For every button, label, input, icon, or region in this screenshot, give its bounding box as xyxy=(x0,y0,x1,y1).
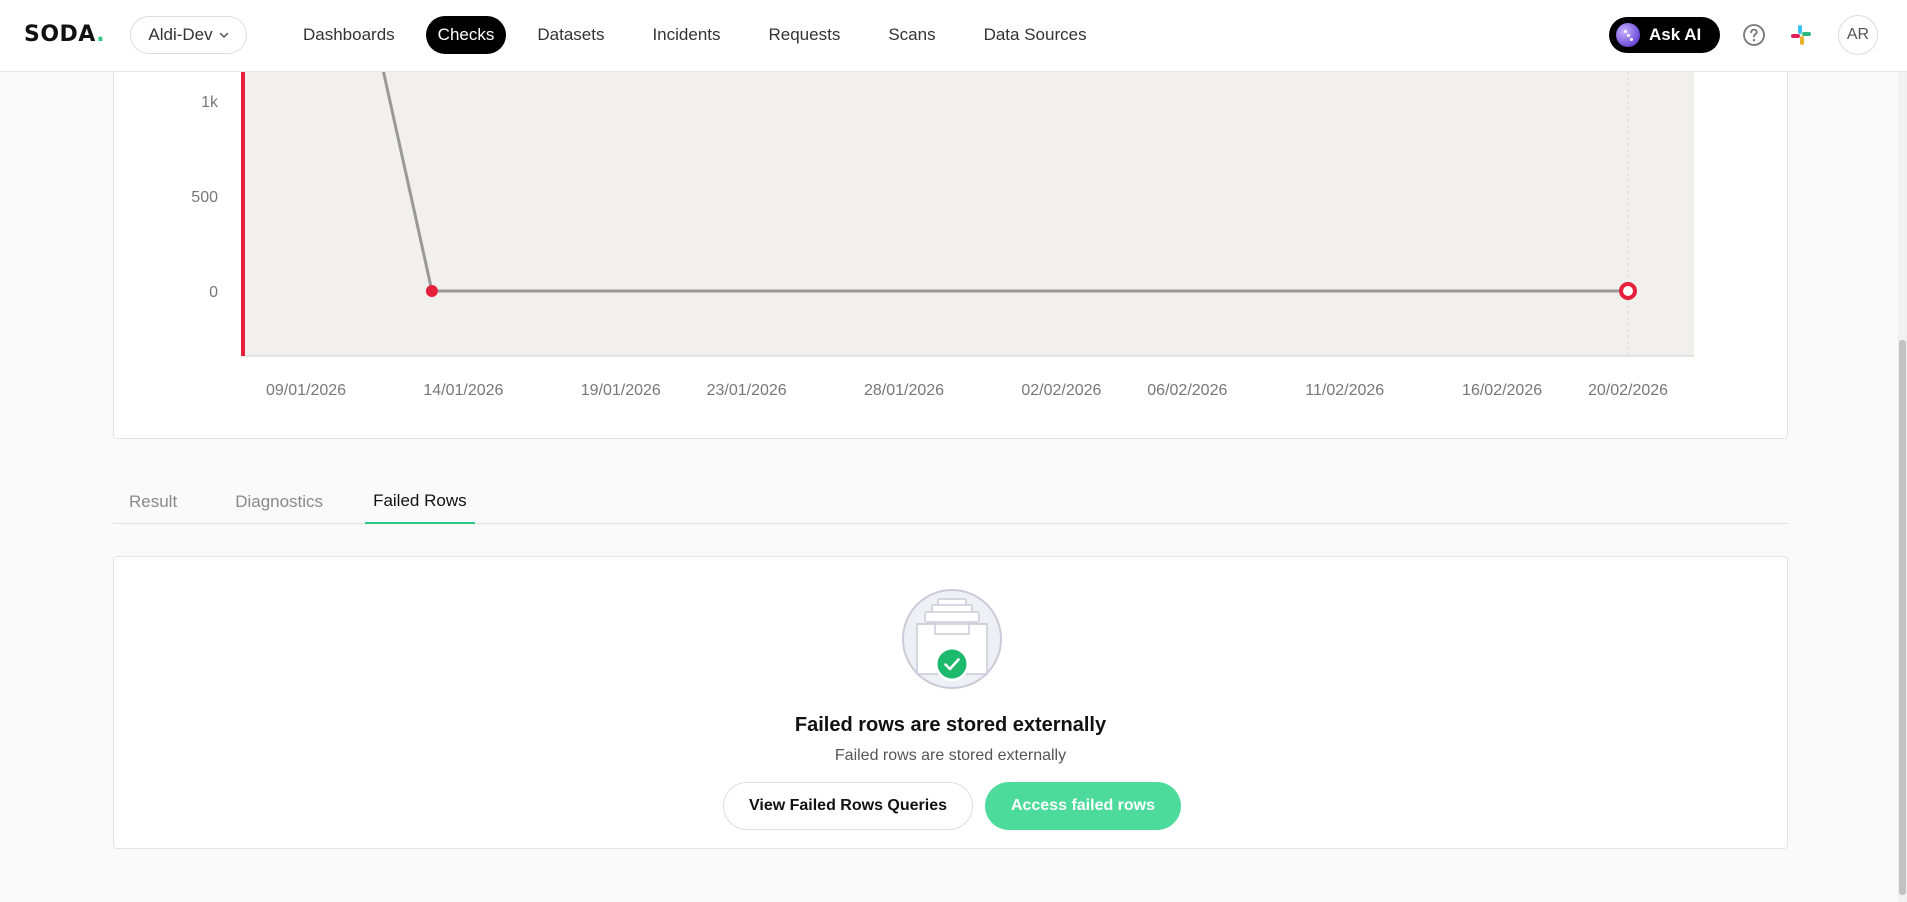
ai-orb-icon xyxy=(1616,23,1640,47)
y-tick-label: 1k xyxy=(201,94,219,111)
check-detail-tabs: Result Diagnostics Failed Rows xyxy=(113,480,1788,524)
nav-checks[interactable]: Checks xyxy=(425,16,507,54)
x-tick-label: 19/01/2026 xyxy=(581,382,661,399)
x-tick-label: 20/02/2026 xyxy=(1588,382,1668,399)
page-scrollbar[interactable] xyxy=(1898,0,1907,902)
x-tick-label: 09/01/2026 xyxy=(266,382,346,399)
x-tick-label: 11/02/2026 xyxy=(1305,382,1384,399)
x-tick-label: 06/02/2026 xyxy=(1147,382,1227,399)
main-nav: Dashboards Checks Datasets Incidents Req… xyxy=(286,16,1118,54)
failed-rows-panel: Failed rows are stored externally Failed… xyxy=(113,556,1788,849)
check-history-chart: 1k 500 0 09/01/2026 14/01/2026 19/01/2026 23/0… xyxy=(191,41,1694,399)
tab-failed-rows[interactable]: Failed Rows xyxy=(365,480,475,524)
x-tick-label: 14/01/2026 xyxy=(423,382,503,399)
latest-fail-point[interactable] xyxy=(1619,282,1637,300)
plot-area xyxy=(241,41,1694,356)
nav-dashboards[interactable]: Dashboards xyxy=(286,16,412,54)
x-tick-label: 16/02/2026 xyxy=(1462,382,1542,399)
help-icon[interactable] xyxy=(1742,23,1766,47)
x-tick-label: 23/01/2026 xyxy=(707,382,787,399)
check-history-chart-card: 1k 500 0 09/01/2026 14/01/2026 19/01/2026 23/0… xyxy=(113,40,1788,439)
ask-ai-button[interactable]: Ask AI xyxy=(1609,17,1720,53)
nav-data-sources[interactable]: Data Sources xyxy=(967,16,1104,54)
x-tick-label: 02/02/2026 xyxy=(1021,382,1101,399)
archive-check-icon xyxy=(902,589,1002,689)
organization-name: Aldi-Dev xyxy=(148,25,213,44)
y-tick-label: 500 xyxy=(191,189,218,206)
nav-incidents[interactable]: Incidents xyxy=(635,16,737,54)
slack-icon[interactable] xyxy=(1790,24,1812,46)
x-tick-label: 28/01/2026 xyxy=(864,382,944,399)
y-tick-label: 0 xyxy=(209,284,218,301)
access-failed-rows-button[interactable]: Access failed rows xyxy=(985,782,1181,830)
fail-data-point[interactable] xyxy=(425,285,438,297)
nav-datasets[interactable]: Datasets xyxy=(520,16,621,54)
failed-rows-subtitle: Failed rows are stored externally xyxy=(834,747,1067,764)
tab-result[interactable]: Result xyxy=(113,480,193,524)
top-navigation-bar: SODA. Aldi-Dev Dashboards Checks Dataset… xyxy=(0,0,1907,72)
fail-range-bar xyxy=(241,41,245,356)
user-avatar[interactable]: AR xyxy=(1838,15,1878,55)
nav-requests[interactable]: Requests xyxy=(752,16,858,54)
tab-diagnostics[interactable]: Diagnostics xyxy=(219,480,339,524)
chevron-down-icon xyxy=(219,32,228,39)
view-failed-rows-queries-button[interactable]: View Failed Rows Queries xyxy=(723,782,973,830)
logo-text: SODA xyxy=(24,22,97,47)
nav-scans[interactable]: Scans xyxy=(871,16,952,54)
ask-ai-label: Ask AI xyxy=(1649,25,1702,44)
failed-rows-title: Failed rows are stored externally xyxy=(794,714,1107,736)
organization-selector[interactable]: Aldi-Dev xyxy=(130,16,247,54)
logo-dot: . xyxy=(96,22,106,47)
soda-logo[interactable]: SODA. xyxy=(24,22,105,47)
scrollbar-thumb[interactable] xyxy=(1899,340,1906,895)
